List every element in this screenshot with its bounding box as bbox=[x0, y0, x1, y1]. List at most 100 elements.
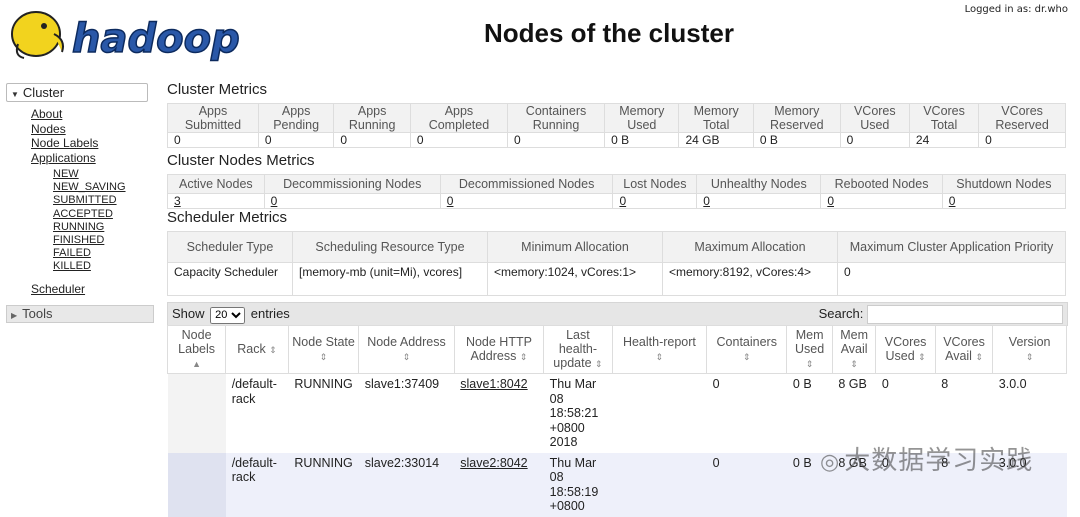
sort-icon: ⇕ bbox=[655, 352, 664, 362]
app-state-killed[interactable]: KILLED bbox=[53, 260, 91, 272]
metric-value: 24 GB bbox=[678, 132, 754, 148]
nodes-metric-header: Decommissioned Nodes bbox=[439, 174, 614, 194]
col-health-report[interactable]: Health-report ⇕ bbox=[611, 325, 708, 374]
app-state-accepted[interactable]: ACCEPTED bbox=[53, 208, 113, 220]
decommissioning-nodes-link[interactable]: 0 bbox=[271, 194, 278, 208]
scheduler-value: Capacity Scheduler bbox=[167, 262, 293, 296]
col-node-address[interactable]: Node Address ⇕ bbox=[358, 325, 455, 374]
collapse-triangle-icon: ▼ bbox=[11, 90, 19, 99]
nodes-metric-header: Lost Nodes bbox=[612, 174, 698, 194]
nodes-metric-header: Decommissioning Nodes bbox=[263, 174, 441, 194]
cluster-menu-label: Cluster bbox=[22, 85, 65, 100]
tools-menu-label: Tools bbox=[22, 306, 53, 321]
sort-icon: ⇕ bbox=[805, 359, 814, 369]
sidebar-item-scheduler[interactable]: Scheduler bbox=[31, 282, 85, 296]
scheduler-metrics-table: Scheduler Type Scheduling Resource Type … bbox=[167, 231, 1066, 296]
metric-value: 0 B bbox=[752, 132, 841, 148]
sort-icon: ⇕ bbox=[742, 352, 751, 362]
show-entries: Show 20 entries bbox=[172, 306, 290, 324]
cell-last-update: Thu Mar 08 18:58:21 +0800 2018 bbox=[543, 373, 613, 453]
tools-menu-header[interactable]: ▶ Tools bbox=[6, 305, 154, 323]
app-state-finished[interactable]: FINISHED bbox=[53, 234, 104, 246]
cluster-metrics-title: Cluster Metrics bbox=[167, 81, 268, 98]
sidebar-item-node-labels[interactable]: Node Labels bbox=[31, 136, 98, 150]
scheduler-value: <memory:8192, vCores:4> bbox=[662, 262, 838, 296]
sort-asc-icon: ▲ bbox=[192, 359, 202, 369]
sort-icon: ⇕ bbox=[402, 352, 411, 362]
sort-icon: ⇕ bbox=[918, 352, 926, 362]
shutdown-nodes-link[interactable]: 0 bbox=[949, 194, 956, 208]
cell-node-labels bbox=[167, 452, 226, 517]
metric-header: Apps Completed bbox=[409, 103, 508, 133]
unhealthy-nodes-link[interactable]: 0 bbox=[703, 194, 710, 208]
col-version[interactable]: Version ⇕ bbox=[992, 325, 1067, 374]
sort-icon: ⇕ bbox=[975, 352, 983, 362]
col-vcores-avail[interactable]: VCores Avail ⇕ bbox=[934, 325, 994, 374]
sort-icon: ⇕ bbox=[519, 352, 528, 362]
metric-header: Containers Running bbox=[506, 103, 606, 133]
cell-health-report bbox=[612, 452, 707, 517]
sidebar-item-about[interactable]: About bbox=[31, 107, 62, 121]
scheduler-value: <memory:1024, vCores:1> bbox=[487, 262, 663, 296]
col-rack[interactable]: Rack ⇕ bbox=[225, 325, 289, 374]
cluster-nodes-metrics-title: Cluster Nodes Metrics bbox=[167, 152, 315, 169]
metric-value: 0 bbox=[257, 132, 335, 148]
sort-icon: ⇕ bbox=[319, 352, 328, 362]
cell-rack: /default-rack bbox=[225, 373, 289, 453]
metric-header: Apps Pending bbox=[257, 103, 335, 133]
node-http-link[interactable]: slave1:8042 bbox=[460, 377, 527, 391]
sort-icon: ⇕ bbox=[269, 345, 277, 355]
col-vcores-used[interactable]: VCores Used ⇕ bbox=[875, 325, 936, 374]
lost-nodes-link[interactable]: 0 bbox=[619, 194, 626, 208]
cluster-nodes-metrics-table: Active Nodes Decommissioning Nodes Decom… bbox=[167, 174, 1067, 209]
search-input[interactable] bbox=[867, 305, 1063, 324]
entries-label: entries bbox=[250, 306, 290, 321]
scheduler-metrics-title: Scheduler Metrics bbox=[167, 209, 288, 226]
sidebar-item-applications[interactable]: Applications bbox=[31, 151, 96, 165]
metric-value: 0 bbox=[978, 132, 1066, 148]
app-state-running[interactable]: RUNNING bbox=[53, 221, 104, 233]
app-state-submitted[interactable]: SUBMITTED bbox=[53, 194, 117, 206]
metric-value: 0 bbox=[333, 132, 411, 148]
cell-state: RUNNING bbox=[288, 373, 359, 453]
col-containers[interactable]: Containers ⇕ bbox=[706, 325, 788, 374]
metric-value: 0 bbox=[506, 132, 606, 148]
sidebar-item-nodes[interactable]: Nodes bbox=[31, 122, 66, 136]
sort-icon: ⇕ bbox=[850, 359, 858, 369]
col-node-http-address[interactable]: Node HTTP Address ⇕ bbox=[453, 325, 545, 374]
col-mem-avail[interactable]: Mem Avail ⇕ bbox=[831, 325, 877, 374]
scheduler-header: Minimum Allocation bbox=[487, 231, 663, 263]
cell-address: slave1:37409 bbox=[358, 373, 455, 453]
cell-health-report bbox=[612, 373, 707, 453]
cluster-menu-header[interactable]: ▼ Cluster bbox=[6, 83, 148, 102]
hadoop-logo: hadoop bbox=[11, 11, 240, 63]
rebooted-nodes-link[interactable]: 0 bbox=[827, 194, 834, 208]
watermark: ◎ 大数据学习实践 bbox=[820, 440, 1033, 477]
cell-address: slave2:33014 bbox=[358, 452, 455, 517]
metric-header: Apps Submitted bbox=[167, 103, 259, 133]
app-state-new-saving[interactable]: NEW_SAVING bbox=[53, 181, 126, 193]
node-http-link[interactable]: slave2:8042 bbox=[460, 456, 527, 470]
table-controls: Show 20 entries Search: bbox=[167, 302, 1068, 326]
col-node-state[interactable]: Node State ⇕ bbox=[287, 325, 360, 374]
scheduler-header: Scheduler Type bbox=[167, 231, 293, 263]
app-state-failed[interactable]: FAILED bbox=[53, 247, 91, 259]
active-nodes-link[interactable]: 3 bbox=[174, 194, 181, 208]
logo-text: hadoop bbox=[72, 16, 240, 62]
col-node-labels[interactable]: Node Labels ▲ bbox=[166, 325, 227, 374]
cell-containers: 0 bbox=[706, 373, 787, 453]
app-state-new[interactable]: NEW bbox=[53, 168, 79, 180]
metric-value: 24 bbox=[908, 132, 980, 148]
col-last-health-update[interactable]: Last health-update ⇕ bbox=[543, 325, 613, 374]
cell-node-labels bbox=[167, 373, 226, 453]
nodes-metric-header: Rebooted Nodes bbox=[820, 174, 943, 194]
page-title: Nodes of the cluster bbox=[484, 18, 734, 48]
metric-value: 0 bbox=[167, 132, 259, 148]
col-mem-used[interactable]: Mem Used ⇕ bbox=[786, 325, 833, 374]
entries-select[interactable]: 20 bbox=[210, 306, 246, 324]
metric-header: VCores Used bbox=[839, 103, 910, 133]
metric-value: 0 bbox=[839, 132, 910, 148]
decommissioned-nodes-link[interactable]: 0 bbox=[447, 194, 454, 208]
metric-header: VCores Total bbox=[908, 103, 980, 133]
sidebar: ▼ Cluster About Nodes Node Labels Applica… bbox=[6, 83, 154, 323]
